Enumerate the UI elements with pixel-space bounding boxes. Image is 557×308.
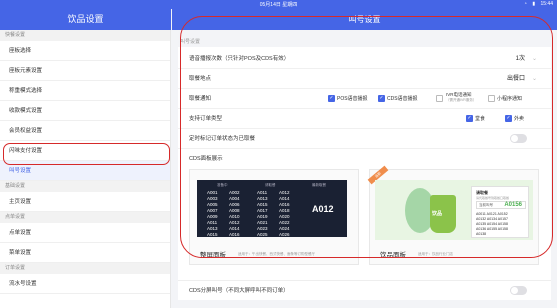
- food-codes: A0011 A0121 A0152 A0132 A0134 A0157 A013…: [476, 212, 508, 237]
- code: A015: [207, 232, 218, 237]
- ivr-label: IVR电话通知: [446, 92, 472, 97]
- check-icon: ✓: [505, 115, 512, 123]
- screen-col-1: A001 A003 A005 A007 A009 A011 A013 A015: [207, 190, 218, 238]
- panel-dark-desc: 适用于：午出快餐、西式快餐、面条等订购型餐厅: [238, 252, 315, 256]
- section-label: 叫号设置: [180, 39, 201, 45]
- current-number-bar: 当前叫号 A0156: [476, 201, 526, 209]
- voice-count-row[interactable]: 语音播报次数（只针对POS及CDS有效） 1次 ⌄: [178, 49, 551, 69]
- status-bar: 05月14日 星期四 ◔ ▮ 15:44: [0, 0, 557, 9]
- screen-col-4: A012 A014 A016 A018 A020 A022 A024 A026: [279, 190, 290, 238]
- sidebar-item-checkout-mode[interactable]: 收款模式设置: [0, 101, 170, 121]
- cds-panel-label: CDS面板展示: [189, 156, 223, 162]
- status-time: 05月14日 星期四: [259, 2, 298, 8]
- pickup-value: 出餐口: [506, 76, 525, 82]
- miniapp-label: 小程序通知: [497, 96, 523, 102]
- chevron-down-icon: ⌄: [531, 76, 537, 82]
- sidebar-item-board-elements[interactable]: 座板元素设置: [0, 61, 170, 81]
- cds-voice-label: CDS语音播报: [387, 96, 418, 102]
- sidebar-item-home[interactable]: 主页设置: [0, 192, 170, 212]
- sidebar-item-member-rights[interactable]: 会员权益设置: [0, 121, 170, 141]
- screen-header-preparing: 准备中: [217, 183, 228, 187]
- food-widget-subtitle: 请凭取餐号到取餐口取餐: [476, 196, 510, 200]
- auto-pick-row: 定时标记订单状态为已取餐: [178, 129, 551, 149]
- takeout-label: 外卖: [514, 116, 525, 122]
- food-screen: 饮品 请取餐 请凭取餐号到取餐口取餐 当前叫号 A0156 A0011 A012…: [375, 180, 533, 240]
- screen-header-ready: 请取餐: [265, 183, 276, 187]
- sidebar-section-order: 点单设置: [0, 212, 170, 223]
- order-type-row: 支持订单类型 ✓ 堂食 ✓ 外卖: [178, 109, 551, 129]
- sidebar-section-fastfood: 快餐设置: [0, 30, 170, 41]
- panel-dark-name: 整屏面板: [200, 252, 226, 259]
- page-title: 叫号设置: [172, 9, 557, 30]
- ivr-sub-label: （需开通IVR服务）: [446, 98, 477, 102]
- check-icon: ✓: [328, 95, 335, 103]
- ivr-checkbox[interactable]: [436, 95, 445, 103]
- pickup-row[interactable]: 取餐地点 出餐口 ⌄: [178, 69, 551, 89]
- panel-food-preview[interactable]: 当前 饮品 请取餐 请凭取餐号到取餐口取餐 当前叫号 A0156 A0011 A…: [367, 165, 539, 265]
- cup-text: 饮品: [432, 211, 443, 217]
- pickup-label: 取餐地点: [189, 76, 212, 82]
- voice-count-value: 1次: [515, 56, 525, 62]
- ivr-label-block: IVR电话通知 （需开通IVR服务）: [446, 92, 476, 103]
- pos-voice-label: POS语音播报: [337, 96, 368, 102]
- cds-split-row: CDS分屏叫号（不同大屏呼叫不同订单）: [178, 280, 551, 300]
- sidebar-section-orders: 订单设置: [0, 263, 170, 274]
- screen-col-2: A002 A004 A006 A008 A010 A012 A014 A016: [229, 190, 240, 238]
- main-panel: 叫号设置 语音播报次数（只针对POS及CDS有效） 1次 ⌄ 取餐地点 出餐口 …: [172, 30, 557, 308]
- pos-voice-checkbox[interactable]: ✓ POS语音播报: [328, 95, 368, 103]
- auto-pick-label: 定时标记订单状态为已取餐: [189, 136, 256, 142]
- checkbox-empty-icon: [436, 95, 443, 103]
- code-row: A0138: [476, 232, 487, 236]
- panel-dark-preview[interactable]: 准备中 请取餐 最新取餐 A001 A003 A005 A007 A009 A011 A01…: [189, 169, 359, 265]
- sidebar-item-order[interactable]: 点单设置: [0, 223, 170, 243]
- panel-food-name: 饮品面板: [380, 252, 406, 259]
- sidebar-item-weigh-mode[interactable]: 称重模式选择: [0, 81, 170, 101]
- checkbox-empty-icon: [488, 95, 495, 103]
- check-icon: ✓: [378, 95, 385, 103]
- check-icon: ✓: [466, 115, 473, 123]
- notify-row: 取餐通知 ✓ POS语音播报 ✓ CDS语音播报 IVR电话通知 （需开通IVR服务）…: [178, 89, 551, 109]
- dine-in-checkbox[interactable]: ✓ 堂食: [466, 115, 485, 123]
- panel-food-desc: 适用于：饮品行业门店: [418, 252, 453, 256]
- cds-split-toggle[interactable]: [510, 286, 527, 295]
- sidebar-section-basic: 基础设置: [0, 181, 170, 192]
- current-number-label: 当前叫号: [479, 203, 493, 207]
- screen-header-latest: 最新取餐: [312, 183, 326, 187]
- settings-card: 语音播报次数（只针对POS及CDS有效） 1次 ⌄ 取餐地点 出餐口 ⌄ 取餐通…: [178, 47, 551, 280]
- sidebar-item-menu[interactable]: 菜单设置: [0, 243, 170, 263]
- voice-count-label: 语音播报次数（只针对POS及CDS有效）: [189, 56, 290, 62]
- toggle-knob: [511, 135, 518, 142]
- sidebar-header-title: 饮品设置: [0, 9, 171, 30]
- wifi-icon: ◔: [523, 1, 527, 7]
- screen-latest-number: A012: [312, 204, 334, 214]
- dine-in-label: 堂食: [475, 116, 486, 122]
- battery-icon: ▮: [532, 1, 536, 7]
- food-call-widget: 请取餐 请凭取餐号到取餐口取餐 当前叫号 A0156 A0011 A0121 A…: [471, 186, 529, 238]
- notify-label: 取餐通知: [189, 96, 212, 102]
- code: A026: [279, 232, 290, 237]
- auto-pick-toggle[interactable]: [510, 134, 527, 143]
- cds-label-row: CDS面板展示: [178, 149, 551, 169]
- sidebar: 快餐设置 座板选择 座板元素设置 称重模式选择 收款模式设置 会员权益设置 闪味…: [0, 30, 171, 308]
- code: A025: [257, 232, 268, 237]
- cds-voice-checkbox[interactable]: ✓ CDS语音播报: [378, 95, 418, 103]
- chevron-down-icon: ⌄: [531, 56, 537, 62]
- sidebar-item-board-select[interactable]: 座板选择: [0, 41, 170, 61]
- code: A016: [229, 232, 240, 237]
- cds-split-label: CDS分屏叫号（不同大屏呼叫不同订单）: [189, 288, 289, 294]
- toggle-knob: [511, 287, 518, 294]
- current-number: A0156: [504, 202, 522, 208]
- takeout-checkbox[interactable]: ✓ 外卖: [505, 115, 524, 123]
- status-clock: 15:44: [540, 1, 553, 7]
- dark-screen: 准备中 请取餐 最新取餐 A001 A003 A005 A007 A009 A011 A01…: [197, 180, 347, 237]
- screen-col-3: A011 A013 A015 A017 A019 A021 A023 A025: [257, 190, 268, 238]
- app-root: 05月14日 星期四 ◔ ▮ 15:44 饮品设置 叫号设置 快餐设置 座板选择…: [0, 0, 557, 308]
- miniapp-checkbox[interactable]: 小程序通知: [488, 95, 522, 103]
- sidebar-item-flash-pay[interactable]: 闪味支付设置: [0, 141, 170, 165]
- sidebar-item-serial[interactable]: 流水号设置: [0, 274, 170, 294]
- status-icons: ◔ ▮ 15:44: [520, 1, 553, 7]
- order-type-label: 支持订单类型: [189, 116, 223, 122]
